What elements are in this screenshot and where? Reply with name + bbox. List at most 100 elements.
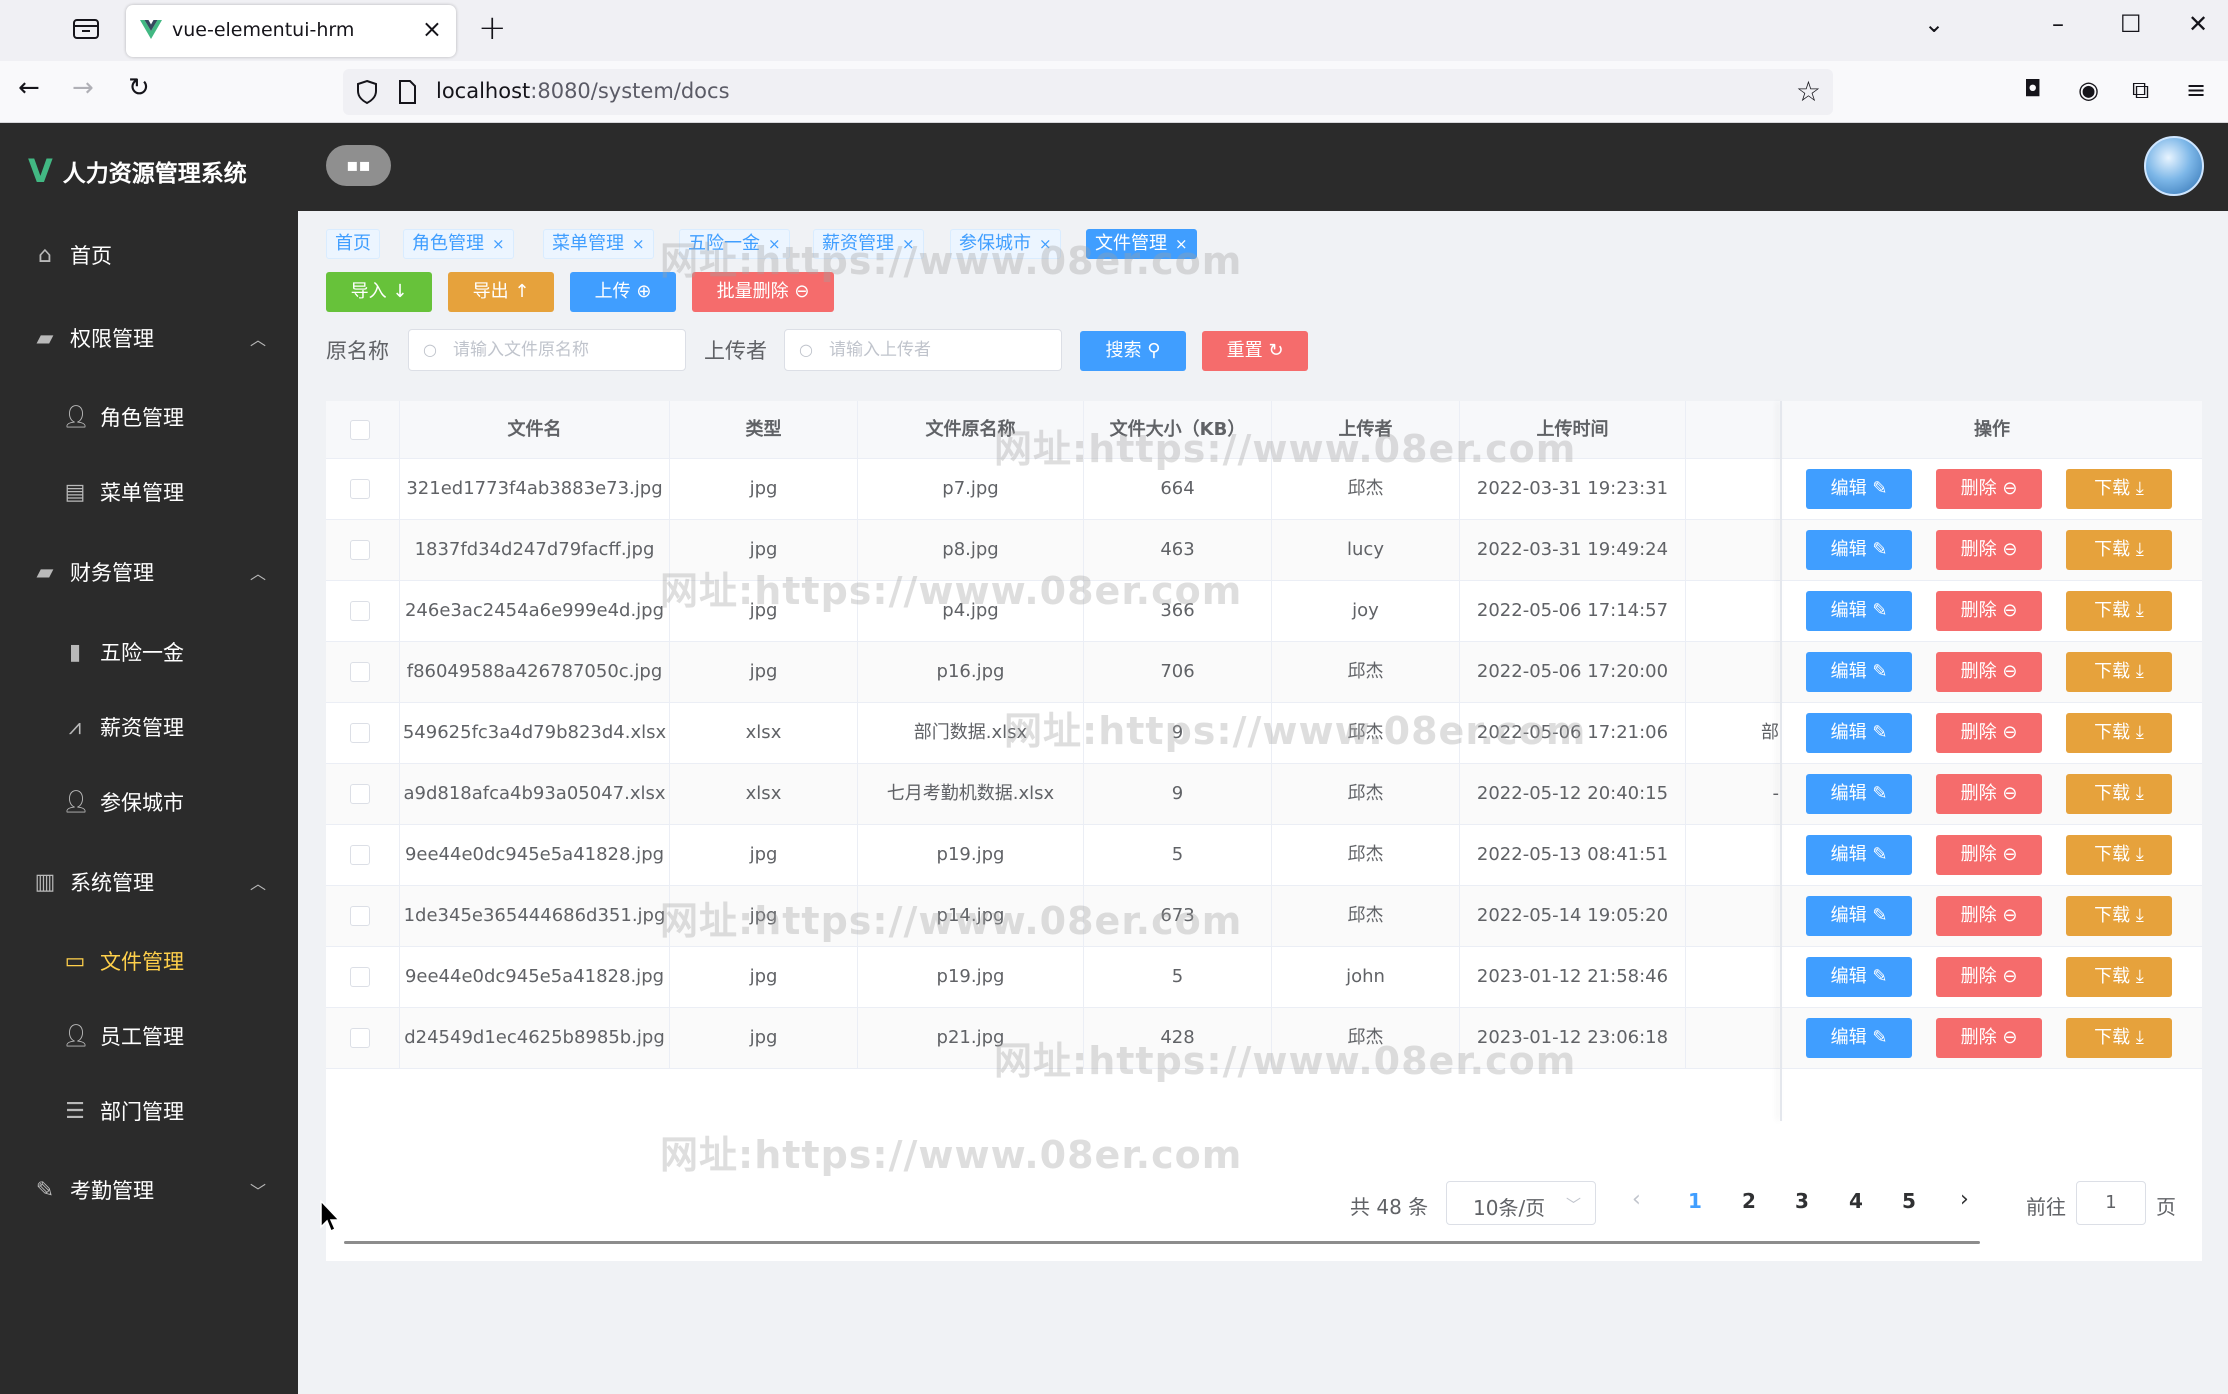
account-icon[interactable]: ◉ bbox=[2078, 78, 2099, 102]
name-search-input[interactable] bbox=[453, 336, 683, 364]
sidebar-item-departments[interactable]: ☰ 部门管理 bbox=[0, 1074, 298, 1148]
sidebar-item-menus[interactable]: ▤ 菜单管理 bbox=[0, 455, 298, 529]
delete-button[interactable]: 删除 ⊖ bbox=[1936, 469, 2042, 509]
bookmark-star-icon[interactable]: ☆ bbox=[1796, 75, 1821, 108]
extensions-icon[interactable]: ⧉ bbox=[2132, 78, 2149, 102]
edit-button[interactable]: 编辑 ✎ bbox=[1806, 896, 1912, 936]
delete-button[interactable]: 删除 ⊖ bbox=[1936, 774, 2042, 814]
row-checkbox[interactable] bbox=[350, 601, 370, 621]
address-bar[interactable]: localhost:8080/system/docs ☆ bbox=[343, 69, 1833, 115]
next-page-icon[interactable]: › bbox=[1960, 1187, 1969, 1212]
close-icon[interactable]: × bbox=[902, 235, 915, 253]
delete-button[interactable]: 删除 ⊖ bbox=[1936, 591, 2042, 631]
row-checkbox[interactable] bbox=[350, 540, 370, 560]
sidebar-item-cities[interactable]: 👤︎ 参保城市 bbox=[0, 765, 298, 839]
delete-button[interactable]: 删除 ⊖ bbox=[1936, 1018, 2042, 1058]
edit-button[interactable]: 编辑 ✎ bbox=[1806, 591, 1912, 631]
delete-button[interactable]: 删除 ⊖ bbox=[1936, 652, 2042, 692]
row-checkbox[interactable] bbox=[350, 784, 370, 804]
download-button[interactable]: 下载 ⤓ bbox=[2066, 530, 2172, 570]
page-3[interactable]: 3 bbox=[1795, 1189, 1809, 1213]
forward-icon[interactable]: → bbox=[72, 75, 94, 101]
delete-button[interactable]: 删除 ⊖ bbox=[1936, 957, 2042, 997]
batch-delete-button[interactable]: 批量删除 ⊖ bbox=[692, 272, 834, 312]
sidebar-item-attendance[interactable]: ✎ 考勤管理 ﹀ bbox=[0, 1153, 298, 1227]
row-checkbox[interactable] bbox=[350, 967, 370, 987]
sidebar-item-files[interactable]: ▭ 文件管理 bbox=[0, 924, 298, 998]
edit-button[interactable]: 编辑 ✎ bbox=[1806, 957, 1912, 997]
sidebar-item-system[interactable]: ▥ 系统管理 ︿ bbox=[0, 845, 298, 919]
download-button[interactable]: 下载 ⤓ bbox=[2066, 652, 2172, 692]
row-checkbox[interactable] bbox=[350, 723, 370, 743]
close-icon[interactable]: × bbox=[1175, 235, 1188, 253]
upload-button[interactable]: 上传 ⊕ bbox=[570, 272, 676, 312]
close-icon[interactable]: × bbox=[492, 235, 505, 253]
download-button[interactable]: 下载 ⤓ bbox=[2066, 713, 2172, 753]
edit-button[interactable]: 编辑 ✎ bbox=[1806, 469, 1912, 509]
import-button[interactable]: 导入 ↓ bbox=[326, 272, 432, 312]
search-button[interactable]: 搜索 ⚲ bbox=[1080, 331, 1186, 371]
row-checkbox[interactable] bbox=[350, 1028, 370, 1048]
download-button[interactable]: 下载 ⤓ bbox=[2066, 774, 2172, 814]
maximize-icon[interactable]: ☐ bbox=[2120, 10, 2142, 38]
goto-page-input[interactable]: 1 bbox=[2076, 1181, 2146, 1225]
close-icon[interactable]: × bbox=[632, 235, 645, 253]
collapse-menu-button[interactable]: ▪▪ bbox=[326, 145, 391, 186]
url-text[interactable]: localhost:8080/system/docs bbox=[436, 79, 730, 103]
edit-button[interactable]: 编辑 ✎ bbox=[1806, 713, 1912, 753]
avatar[interactable] bbox=[2144, 136, 2204, 196]
page-icon[interactable] bbox=[397, 79, 417, 105]
browser-tab[interactable]: vue-elementui-hrm × bbox=[126, 5, 456, 57]
page-5[interactable]: 5 bbox=[1902, 1189, 1916, 1213]
row-checkbox[interactable] bbox=[350, 662, 370, 682]
delete-button[interactable]: 删除 ⊖ bbox=[1936, 896, 2042, 936]
reset-button[interactable]: 重置 ↻ bbox=[1202, 331, 1308, 371]
edit-button[interactable]: 编辑 ✎ bbox=[1806, 652, 1912, 692]
sidebar-item-home[interactable]: ⌂ 首页 bbox=[0, 218, 298, 292]
close-window-icon[interactable]: ✕ bbox=[2188, 10, 2208, 38]
download-button[interactable]: 下载 ⤓ bbox=[2066, 835, 2172, 875]
close-tab-icon[interactable]: × bbox=[422, 15, 442, 43]
close-icon[interactable]: × bbox=[1039, 235, 1052, 253]
close-icon[interactable]: × bbox=[768, 235, 781, 253]
back-icon[interactable]: ← bbox=[18, 75, 40, 101]
edit-button[interactable]: 编辑 ✎ bbox=[1806, 1018, 1912, 1058]
pocket-icon[interactable]: ◘ bbox=[2024, 79, 2041, 101]
tag-menus[interactable]: 菜单管理 × bbox=[543, 229, 654, 259]
edit-button[interactable]: 编辑 ✎ bbox=[1806, 774, 1912, 814]
page-size-select[interactable]: 10条/页 ﹀ bbox=[1446, 1181, 1596, 1225]
download-button[interactable]: 下载 ⤓ bbox=[2066, 591, 2172, 631]
export-button[interactable]: 导出 ↑ bbox=[448, 272, 554, 312]
uploader-search-field[interactable]: ○ bbox=[784, 329, 1062, 371]
uploader-search-input[interactable] bbox=[829, 336, 1059, 364]
sidebar-item-permissions[interactable]: ▰ 权限管理 ︿ bbox=[0, 301, 298, 375]
row-checkbox[interactable] bbox=[350, 479, 370, 499]
download-button[interactable]: 下载 ⤓ bbox=[2066, 896, 2172, 936]
sidebar-item-finance[interactable]: ▰ 财务管理 ︿ bbox=[0, 535, 298, 609]
menu-icon[interactable]: ≡ bbox=[2186, 78, 2206, 102]
tag-salary[interactable]: 薪资管理 × bbox=[813, 229, 924, 259]
delete-button[interactable]: 删除 ⊖ bbox=[1936, 835, 2042, 875]
page-4[interactable]: 4 bbox=[1849, 1189, 1863, 1213]
tag-cities[interactable]: 参保城市 × bbox=[950, 229, 1061, 259]
tag-files[interactable]: 文件管理 × bbox=[1086, 229, 1197, 259]
sidebar-item-employees[interactable]: 👤︎ 员工管理 bbox=[0, 999, 298, 1073]
download-button[interactable]: 下载 ⤓ bbox=[2066, 1018, 2172, 1058]
download-button[interactable]: 下载 ⤓ bbox=[2066, 957, 2172, 997]
prev-page-icon[interactable]: ‹ bbox=[1632, 1187, 1641, 1212]
edit-button[interactable]: 编辑 ✎ bbox=[1806, 835, 1912, 875]
sidebar-item-salary[interactable]: ⩘ 薪资管理 bbox=[0, 690, 298, 764]
new-tab-icon[interactable]: + bbox=[478, 8, 507, 48]
sidebar-item-insurance[interactable]: ▮ 五险一金 bbox=[0, 615, 298, 689]
name-search-field[interactable]: ○ bbox=[408, 329, 686, 371]
row-checkbox[interactable] bbox=[350, 906, 370, 926]
shield-icon[interactable] bbox=[355, 79, 379, 105]
page-2[interactable]: 2 bbox=[1742, 1189, 1756, 1213]
reload-icon[interactable]: ↻ bbox=[128, 75, 150, 101]
tab-list-chevron-icon[interactable]: ⌄ bbox=[1924, 10, 1944, 38]
delete-button[interactable]: 删除 ⊖ bbox=[1936, 530, 2042, 570]
tab-overview-icon[interactable] bbox=[70, 14, 104, 44]
horizontal-scrollbar[interactable] bbox=[344, 1241, 1980, 1244]
select-all-checkbox[interactable] bbox=[350, 420, 370, 440]
tag-home[interactable]: 首页 bbox=[326, 229, 380, 259]
